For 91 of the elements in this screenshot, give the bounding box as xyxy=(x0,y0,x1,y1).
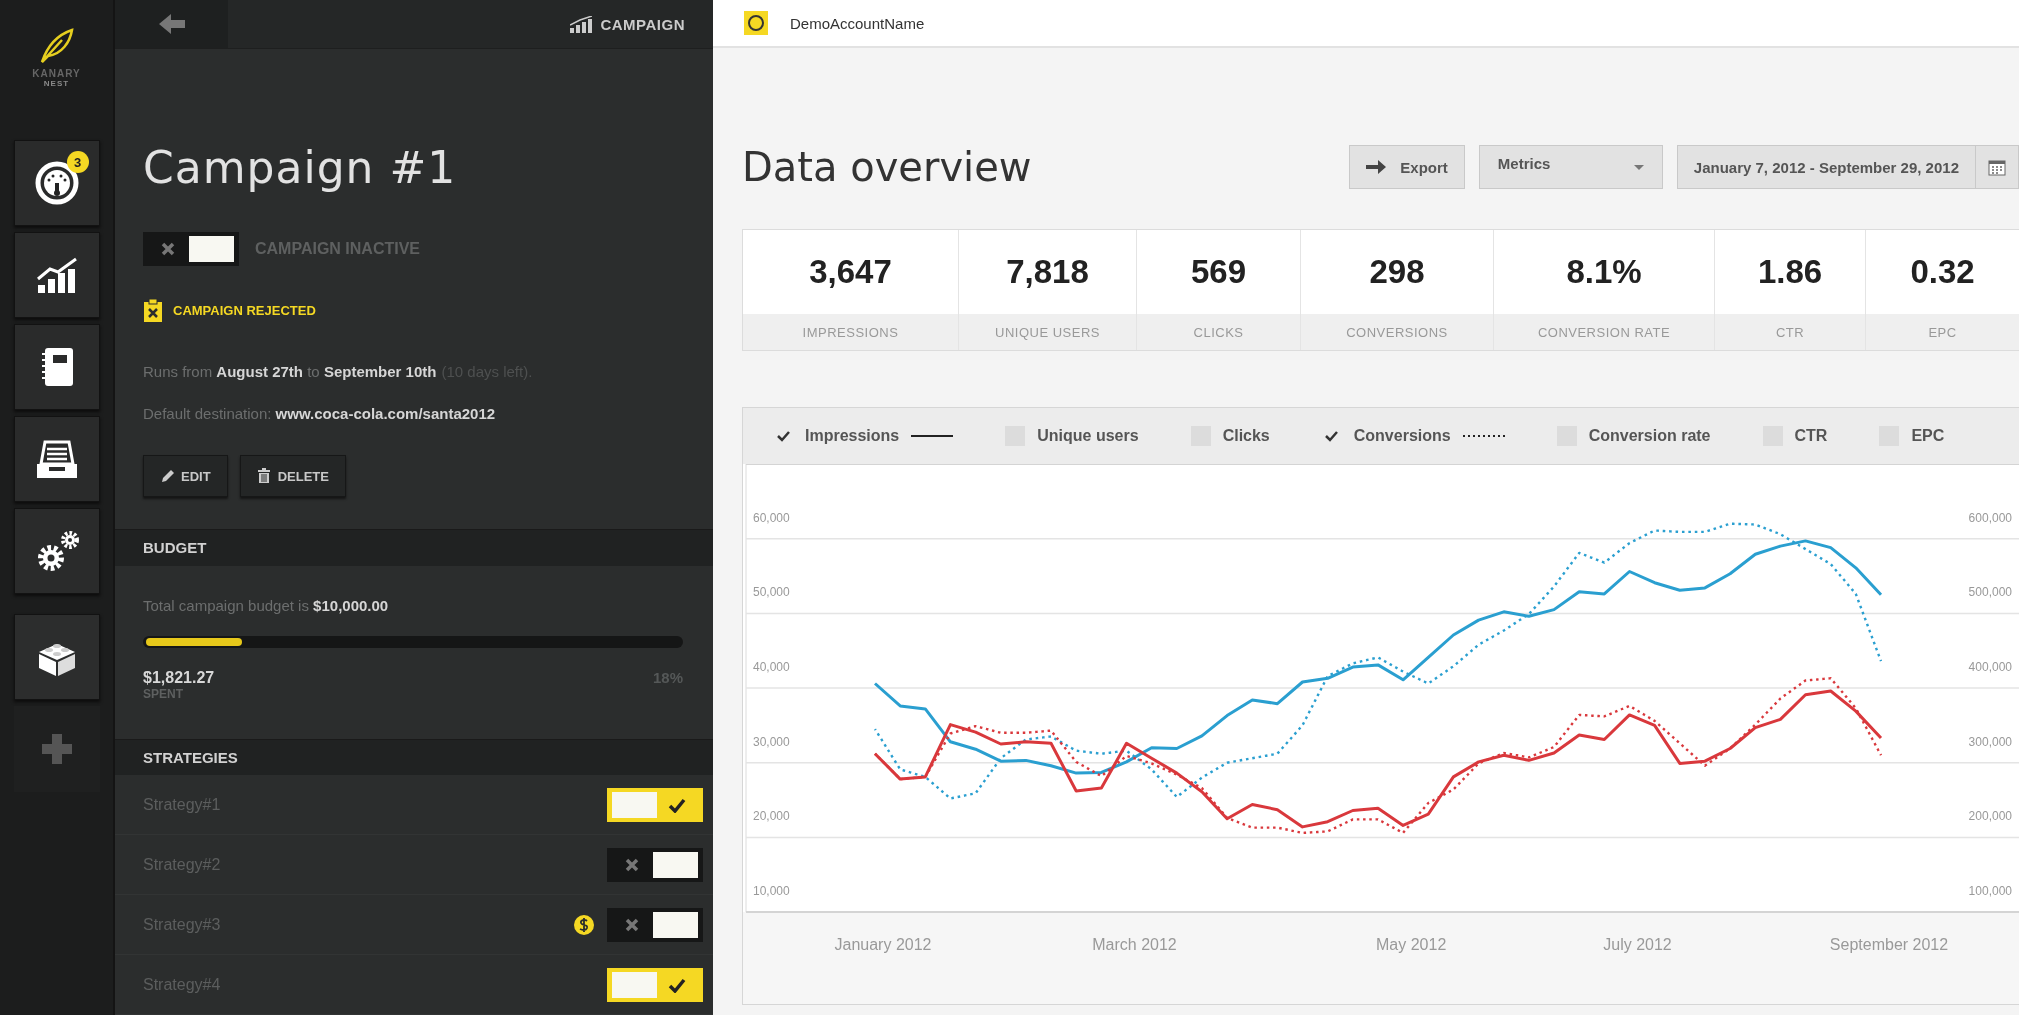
x-axis-label: May 2012 xyxy=(1376,936,1447,953)
stat-label: IMPRESSIONS xyxy=(743,314,958,350)
toggle-switch[interactable] xyxy=(607,907,703,942)
toggle-switch[interactable] xyxy=(607,847,703,882)
campaign-title: Campaign #1 xyxy=(143,141,458,195)
plus-icon xyxy=(39,732,74,766)
nav-button[interactable] xyxy=(13,416,100,502)
cross-icon xyxy=(624,916,640,933)
line-style-icon xyxy=(1462,433,1505,439)
tray-icon xyxy=(34,438,79,480)
logo-text: NEST xyxy=(43,79,70,88)
section-heading: STRATEGIES xyxy=(115,738,713,775)
budget-total: Total campaign budget is $10,000.00 xyxy=(143,595,390,616)
y-axis-label: 300,000 xyxy=(1968,734,2012,749)
section-heading: BUDGET xyxy=(115,529,713,566)
stat-label: CONVERSIONS xyxy=(1301,314,1493,350)
caret-icon xyxy=(1633,164,1644,170)
x-axis-label: March 2012 xyxy=(1092,936,1177,953)
cross-icon xyxy=(160,241,176,257)
delete-button[interactable]: DELETE xyxy=(239,455,346,497)
trash-icon xyxy=(256,468,272,484)
stat-value: 1.86 xyxy=(1756,252,1824,292)
run-dates: Runs from August 27th to September 10th xyxy=(143,363,437,380)
metrics-dropdown[interactable]: Metrics xyxy=(1478,145,1663,189)
logo-text: KANARY xyxy=(32,68,81,79)
calendar-icon xyxy=(1988,158,2006,176)
arrow-right-icon xyxy=(1366,159,1387,175)
y-axis-label: 40,000 xyxy=(753,660,790,675)
y-axis-label: 100,000 xyxy=(1968,884,2012,899)
check-icon xyxy=(668,976,686,993)
nav-button[interactable] xyxy=(13,614,100,700)
legend-label[interactable]: EPC xyxy=(1911,427,1945,445)
y-axis-label: 500,000 xyxy=(1968,585,2012,600)
rejected-status: CAMPAIGN REJECTED xyxy=(173,303,316,318)
toggle-switch[interactable] xyxy=(607,967,703,1002)
stat-label: CONVERSION RATE xyxy=(1494,314,1714,350)
toggle-switch[interactable] xyxy=(607,787,703,822)
x-axis-label: January 2012 xyxy=(834,936,932,953)
y-axis-label: 600,000 xyxy=(1968,510,2012,525)
x-axis-label: July 2012 xyxy=(1603,936,1672,953)
legend-label[interactable]: Clicks xyxy=(1222,427,1270,445)
legend-label[interactable]: Impressions xyxy=(805,427,900,445)
stat-label: EPC xyxy=(1866,314,2019,350)
edit-button[interactable]: EDIT xyxy=(143,455,228,497)
y-axis-label: 400,000 xyxy=(1968,660,2012,675)
stat-value: 569 xyxy=(1189,252,1248,292)
panel-title: CAMPAIGN xyxy=(600,15,685,33)
y-axis-label: 30,000 xyxy=(753,734,790,749)
calendar-button[interactable] xyxy=(1975,145,2019,189)
nav-button[interactable] xyxy=(13,232,100,318)
nav-button[interactable]: 3 xyxy=(13,140,100,226)
check-icon xyxy=(776,430,790,442)
line-style-icon xyxy=(911,433,954,439)
export-button[interactable]: Export xyxy=(1349,145,1465,189)
stat-label: UNIQUE USERS xyxy=(959,314,1136,350)
date-range-field[interactable]: January 7, 2012 - September 29, 2012 xyxy=(1676,145,1975,189)
y-axis-label: 50,000 xyxy=(753,585,790,600)
y-axis-label: 60,000 xyxy=(753,510,790,525)
nav-button[interactable] xyxy=(13,324,100,410)
check-icon xyxy=(1325,430,1339,442)
arrow-left-icon xyxy=(158,14,185,34)
bar-chart-icon xyxy=(35,255,78,295)
stat-value: 3,647 xyxy=(808,252,893,292)
pencil-icon xyxy=(160,468,175,484)
stat-value: 8.1% xyxy=(1565,252,1643,292)
account-name[interactable]: DemoAccountName xyxy=(790,14,925,32)
legend-label[interactable]: Conversion rate xyxy=(1588,427,1711,445)
legend-label[interactable]: CTR xyxy=(1794,427,1828,445)
bar-chart-icon xyxy=(570,15,593,33)
stat-label: CTR xyxy=(1715,314,1865,350)
avatar-icon[interactable] xyxy=(744,11,768,35)
legend-label[interactable]: Unique users xyxy=(1037,427,1139,445)
stat-value: 298 xyxy=(1368,252,1426,292)
check-icon xyxy=(668,796,686,813)
spent-amount: $1,821.27 xyxy=(143,668,215,687)
stat-value: 7,818 xyxy=(1005,252,1090,292)
stat-value: 0.32 xyxy=(1909,252,1976,292)
notification-badge: 3 xyxy=(66,151,89,173)
legend-label[interactable]: Conversions xyxy=(1353,427,1451,445)
stat-label: CLICKS xyxy=(1137,314,1300,350)
cross-icon xyxy=(624,856,640,873)
y-axis-label: 10,000 xyxy=(753,884,790,899)
nav-button[interactable] xyxy=(13,508,100,594)
x-axis-label: September 2012 xyxy=(1829,936,1949,953)
page-title: Data overview xyxy=(742,144,1032,190)
back-button[interactable] xyxy=(115,0,228,48)
default-destination: Default destination: www.coca-cola.com/santa2012 xyxy=(143,404,497,424)
y-axis-label: 20,000 xyxy=(753,809,790,824)
y-axis-label: 200,000 xyxy=(1968,809,2012,824)
clipboard-x-icon xyxy=(143,298,163,323)
toggle-switch[interactable] xyxy=(143,232,239,266)
